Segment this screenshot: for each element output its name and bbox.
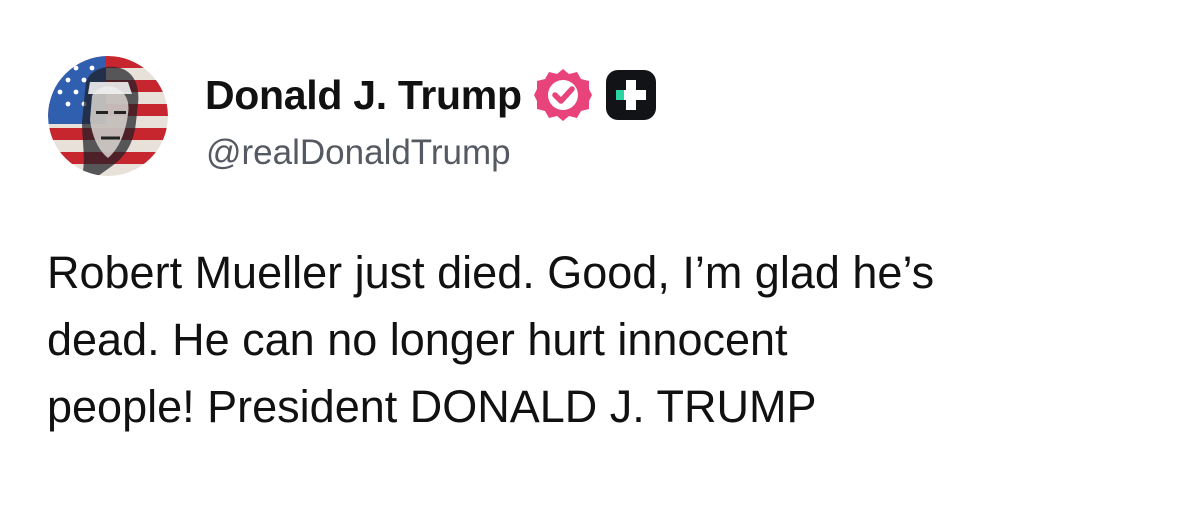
plus-badge-icon[interactable] bbox=[604, 68, 658, 122]
flag-portrait-icon bbox=[48, 56, 168, 176]
author-name-row: Donald J. Trump bbox=[205, 66, 658, 124]
verified-badge-icon bbox=[533, 69, 592, 121]
post-body-text: Robert Mueller just died. Good, I’m glad… bbox=[47, 247, 935, 432]
author-handle[interactable]: @realDonaldTrump bbox=[206, 133, 511, 173]
author-display-name[interactable]: Donald J. Trump bbox=[205, 72, 522, 119]
post-card: Donald J. Trump @realDonaldTrump Robert … bbox=[0, 0, 1179, 505]
author-avatar[interactable] bbox=[48, 56, 168, 176]
